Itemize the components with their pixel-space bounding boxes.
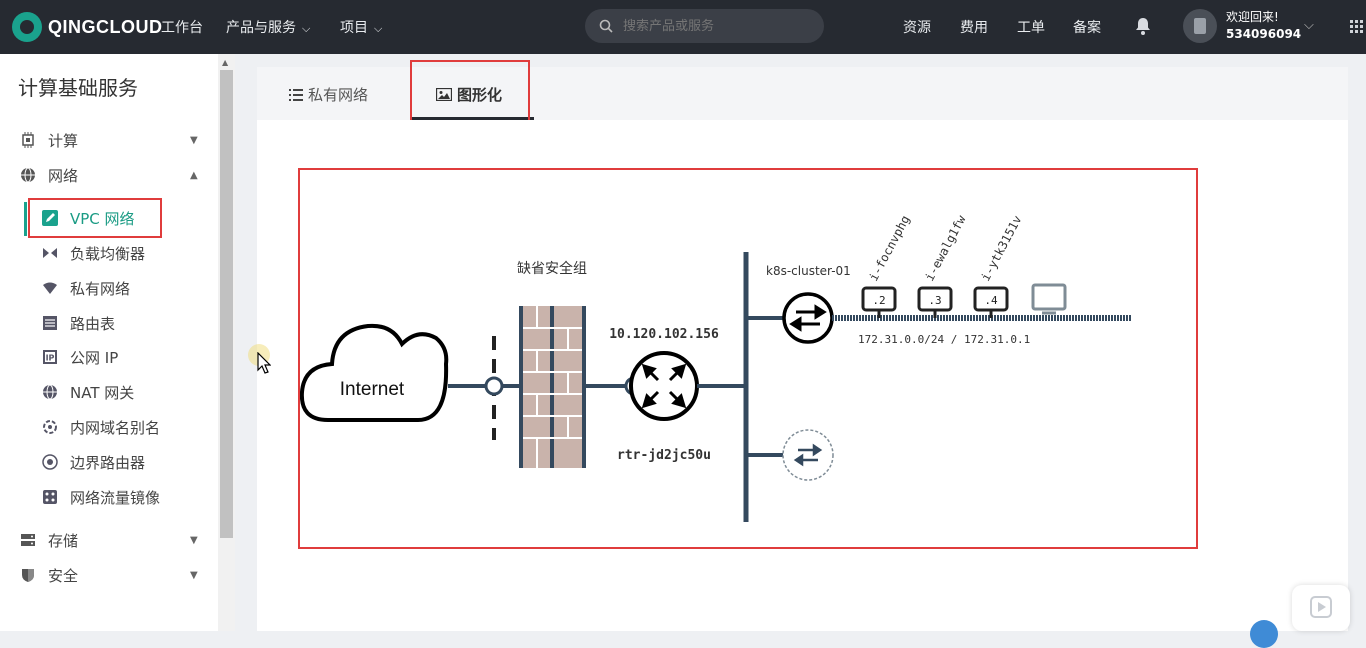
- sidebar-title: 计算基础服务: [18, 76, 138, 100]
- nav-products-label: 产品与服务: [226, 20, 296, 36]
- sidebar-item-label: 公网 IP: [70, 348, 119, 367]
- nav-projects-label: 项目: [340, 20, 368, 36]
- nav-resources[interactable]: 资源: [903, 17, 931, 37]
- sidebar-group-network[interactable]: 网络 ▲: [0, 158, 218, 192]
- sidebar-group-compute[interactable]: 计算 ▼: [0, 123, 218, 157]
- user-avatar[interactable]: [1183, 9, 1217, 43]
- play-icon: [1310, 596, 1332, 618]
- qingcloud-logo[interactable]: QINGCLOUD: [12, 12, 163, 42]
- play-video-button[interactable]: [1292, 585, 1350, 631]
- chevron-down-icon: ⌵: [374, 22, 383, 35]
- user-info[interactable]: 欢迎回来! 534096094: [1226, 9, 1301, 43]
- welcome-text: 欢迎回来!: [1226, 10, 1279, 24]
- sidebar-item-label: 内网域名别名: [70, 418, 161, 437]
- nav-workbench[interactable]: 工作台: [161, 17, 203, 37]
- scroll-up-icon[interactable]: ▲: [222, 58, 228, 67]
- search-input[interactable]: [621, 17, 805, 35]
- search-icon: [599, 19, 613, 33]
- route-table-icon: [43, 316, 57, 330]
- nav-products-services[interactable]: 产品与服务 ⌵: [226, 17, 310, 37]
- sidebar-group-security[interactable]: 安全 ▼: [0, 558, 218, 592]
- traffic-mirror-icon: [43, 490, 57, 504]
- sidebar-group-label: 安全: [48, 566, 79, 585]
- dns-alias-icon: [43, 420, 57, 434]
- sidebar-group-label: 网络: [48, 166, 79, 185]
- vpc-highlight-box: [28, 198, 162, 238]
- nat-gateway-icon: [43, 384, 57, 400]
- caret-down-icon: ▼: [190, 134, 198, 146]
- sidebar-group-label: 存储: [48, 531, 79, 550]
- tab-label: 私有网络: [308, 86, 369, 104]
- sidebar-item-dns-alias[interactable]: 内网域名别名: [0, 410, 218, 444]
- private-network-icon: [43, 282, 57, 294]
- chevron-down-icon[interactable]: ⌵: [1304, 18, 1314, 33]
- nav-billing[interactable]: 费用: [960, 17, 988, 37]
- diagram-highlight-box: [298, 168, 1198, 549]
- search-box[interactable]: [585, 9, 824, 43]
- mouse-cursor-icon: [257, 352, 271, 374]
- shield-icon: [22, 569, 34, 582]
- public-ip-icon: IP: [43, 350, 57, 364]
- svg-text:IP: IP: [46, 354, 55, 363]
- sidebar-group-label: 计算: [48, 131, 79, 150]
- caret-down-icon: ▼: [190, 569, 198, 581]
- caret-up-icon: ▲: [190, 169, 198, 181]
- qingcloud-logo-icon: [12, 12, 42, 42]
- sidebar-item-label: 私有网络: [70, 279, 131, 298]
- tab-private-network[interactable]: 私有网络: [289, 84, 368, 105]
- sidebar-item-route-table[interactable]: 路由表: [0, 306, 218, 340]
- nav-filing[interactable]: 备案: [1073, 17, 1101, 37]
- sidebar-item-border-router[interactable]: 边界路由器: [0, 445, 218, 479]
- nav-tickets[interactable]: 工单: [1017, 17, 1045, 37]
- sidebar-group-storage[interactable]: 存储 ▼: [0, 523, 218, 557]
- sidebar-item-label: 负载均衡器: [70, 244, 146, 263]
- user-id: 534096094: [1226, 27, 1302, 41]
- sidebar-item-nat-gateway[interactable]: NAT 网关: [0, 375, 218, 409]
- sidebar-item-label: 路由表: [70, 314, 116, 333]
- sidebar-item-label: 网络流量镜像: [70, 488, 161, 507]
- sidebar-item-load-balancer[interactable]: 负载均衡器: [0, 236, 218, 270]
- border-router-icon: [42, 454, 58, 470]
- logo-text: QINGCLOUD: [48, 16, 163, 37]
- cpu-icon: [22, 132, 34, 148]
- chevron-down-icon: ⌵: [302, 22, 311, 35]
- caret-down-icon: ▼: [190, 534, 198, 546]
- tab-highlight-box: [410, 60, 530, 123]
- sidebar-scrollbar-thumb[interactable]: [220, 70, 233, 538]
- bell-icon[interactable]: [1134, 16, 1152, 36]
- help-button[interactable]: [1250, 620, 1278, 648]
- sidebar: 计算基础服务 计算 ▼ 网络 ▲ VPC 网络 负载均衡器 私有网络 路由表 I…: [0, 54, 218, 631]
- grid-menu-icon[interactable]: [1350, 20, 1364, 34]
- sidebar-item-label: 边界路由器: [70, 453, 146, 472]
- nav-workbench-label: 工作台: [161, 20, 203, 36]
- sidebar-item-public-ip[interactable]: IP 公网 IP: [0, 340, 218, 374]
- load-balancer-icon: [43, 248, 57, 258]
- sidebar-item-traffic-mirror[interactable]: 网络流量镜像: [0, 480, 218, 514]
- sidebar-item-private-network[interactable]: 私有网络: [0, 271, 218, 305]
- nav-projects[interactable]: 项目 ⌵: [340, 17, 382, 37]
- top-navigation-bar: QINGCLOUD 工作台 产品与服务 ⌵ 项目 ⌵ 资源 费用 工单 备案 欢迎回…: [0, 0, 1366, 54]
- storage-icon: [21, 534, 35, 546]
- sidebar-item-label: NAT 网关: [70, 383, 135, 402]
- list-icon: [289, 88, 303, 101]
- network-icon: [21, 167, 35, 183]
